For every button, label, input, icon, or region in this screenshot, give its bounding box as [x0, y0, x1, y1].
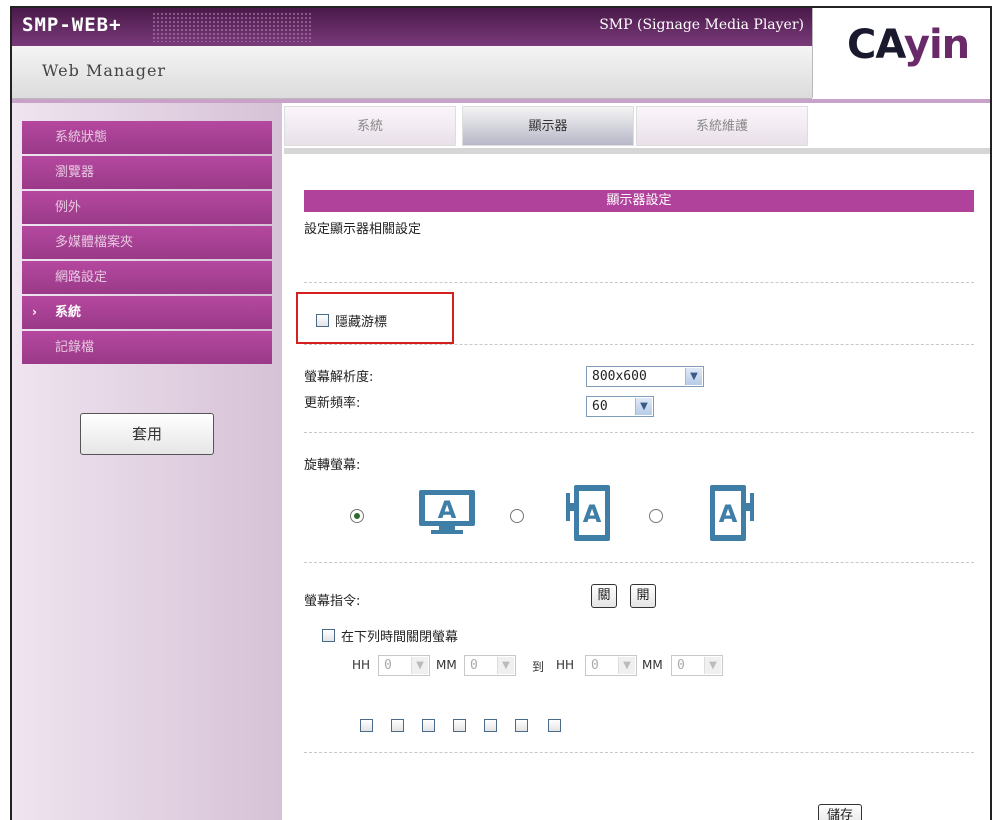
end-mm-label: MM [642, 658, 663, 672]
sidebar-item-label: 網路設定 [55, 270, 108, 285]
screen-off-button[interactable]: 關 [591, 584, 617, 608]
app-window: SMP-WEB+ SMP (Signage Media Player) Web … [10, 6, 992, 820]
svg-text:A: A [719, 500, 738, 528]
screen-command-label: 螢幕指令: [304, 594, 361, 609]
start-minute-value: 0 [470, 658, 478, 673]
start-hour-value: 0 [384, 658, 392, 673]
rotate-label: 旋轉螢幕: [304, 458, 361, 473]
brand-main: CA [847, 22, 905, 68]
hide-cursor-row: 隱藏游標 [316, 311, 387, 330]
day-checkbox[interactable] [548, 719, 561, 732]
resolution-select[interactable]: 800x600 ▼ [586, 366, 704, 387]
resolution-label: 螢幕解析度: [304, 370, 374, 385]
day-checkbox[interactable] [515, 719, 528, 732]
resolution-value: 800x600 [592, 369, 647, 384]
tab-display[interactable]: 顯示器 [462, 106, 634, 146]
sidebar-item-network[interactable]: 網路設定 [22, 261, 272, 294]
sidebar-item-label: 系統 [55, 305, 82, 320]
sidebar-item-media-folder[interactable]: 多媒體檔案夾 [22, 226, 272, 259]
divider [304, 344, 974, 345]
divider [304, 282, 974, 283]
schedule-off-checkbox[interactable] [322, 629, 335, 642]
chevron-down-icon[interactable]: ▼ [685, 368, 702, 385]
chevron-down-icon[interactable]: ▼ [411, 657, 428, 674]
hide-cursor-checkbox[interactable] [316, 314, 329, 327]
svg-text:A: A [583, 500, 602, 528]
display-settings-panel: 顯示器設定 設定顯示器相關設定 隱藏游標 螢幕解析度: 800x600 ▼ 更新… [296, 158, 984, 820]
start-hour-select[interactable]: 0 ▼ [378, 655, 430, 676]
header-bar: SMP-WEB+ SMP (Signage Media Player) [12, 8, 812, 46]
end-hh-label: HH [556, 658, 575, 672]
sidebar-item-exception[interactable]: 例外 [22, 191, 272, 224]
rotate-landscape-radio[interactable] [350, 509, 364, 523]
day-checkbox[interactable] [484, 719, 497, 732]
divider [304, 562, 974, 563]
sidebar: 系統狀態 瀏覽器 例外 多媒體檔案夾 網路設定 › 系統 記錄檔 套用 [12, 103, 282, 820]
web-manager-title: Web Manager [42, 61, 167, 80]
day-checkbox[interactable] [391, 719, 404, 732]
to-label: 到 [532, 660, 545, 674]
divider [304, 432, 974, 433]
sidebar-item-label: 瀏覽器 [55, 165, 95, 180]
sidebar-nav: 系統狀態 瀏覽器 例外 多媒體檔案夾 網路設定 › 系統 記錄檔 [22, 121, 272, 366]
rotated-right-screen-icon: A [710, 485, 754, 541]
tab-system[interactable]: 系統 [284, 106, 456, 146]
app-title: SMP (Signage Media Player) [599, 17, 804, 33]
end-hour-select[interactable]: 0 ▼ [585, 655, 637, 676]
sidebar-item-label: 多媒體檔案夾 [55, 235, 134, 250]
day-checkbox[interactable] [422, 719, 435, 732]
section-header: 顯示器設定 [304, 190, 974, 212]
refresh-rate-value: 60 [592, 399, 608, 414]
chevron-down-icon[interactable]: ▼ [704, 657, 721, 674]
start-hh-label: HH [352, 658, 371, 672]
schedule-off-label: 在下列時間關閉螢幕 [341, 630, 459, 645]
schedule-off-row: 在下列時間關閉螢幕 [322, 626, 458, 645]
screen-on-button[interactable]: 開 [630, 584, 656, 608]
day-checkbox[interactable] [453, 719, 466, 732]
rotate-right-radio[interactable] [649, 509, 663, 523]
apply-button[interactable]: 套用 [80, 413, 214, 455]
product-logo: SMP-WEB+ [22, 14, 122, 36]
sidebar-item-system[interactable]: › 系統 [22, 296, 272, 329]
day-checkbox[interactable] [360, 719, 373, 732]
end-hour-value: 0 [591, 658, 599, 673]
svg-text:A: A [438, 496, 457, 524]
start-minute-select[interactable]: 0 ▼ [464, 655, 516, 676]
brand-logo-box: CAyin [812, 8, 990, 98]
sidebar-item-label: 例外 [55, 200, 82, 215]
sidebar-item-log[interactable]: 記錄檔 [22, 331, 272, 364]
sidebar-item-label: 記錄檔 [55, 340, 95, 355]
active-arrow-icon: › [32, 305, 37, 319]
sidebar-item-label: 系統狀態 [55, 130, 108, 145]
chevron-down-icon[interactable]: ▼ [635, 398, 652, 415]
tab-maintenance[interactable]: 系統維護 [636, 106, 808, 146]
chevron-down-icon[interactable]: ▼ [618, 657, 635, 674]
landscape-screen-icon: A [419, 490, 475, 534]
hide-cursor-label: 隱藏游標 [335, 315, 388, 330]
refresh-rate-select[interactable]: 60 ▼ [586, 396, 654, 417]
header-pattern [152, 12, 312, 42]
end-minute-select[interactable]: 0 ▼ [671, 655, 723, 676]
cayin-logo: CAyin [847, 22, 970, 68]
sidebar-item-browser[interactable]: 瀏覽器 [22, 156, 272, 189]
save-button[interactable]: 儲存 [818, 804, 862, 820]
start-mm-label: MM [436, 658, 457, 672]
chevron-down-icon[interactable]: ▼ [497, 657, 514, 674]
end-minute-value: 0 [677, 658, 685, 673]
refresh-label: 更新頻率: [304, 396, 361, 411]
rotate-left-radio[interactable] [510, 509, 524, 523]
header-subbar: Web Manager [12, 46, 812, 99]
rotated-left-screen-icon: A [566, 485, 610, 541]
sidebar-item-status[interactable]: 系統狀態 [22, 121, 272, 154]
brand-accent: yin [903, 22, 970, 68]
section-description: 設定顯示器相關設定 [304, 222, 422, 237]
tab-bar: 系統 顯示器 系統維護 [284, 106, 814, 148]
divider [304, 752, 974, 753]
tab-divider [284, 148, 990, 154]
